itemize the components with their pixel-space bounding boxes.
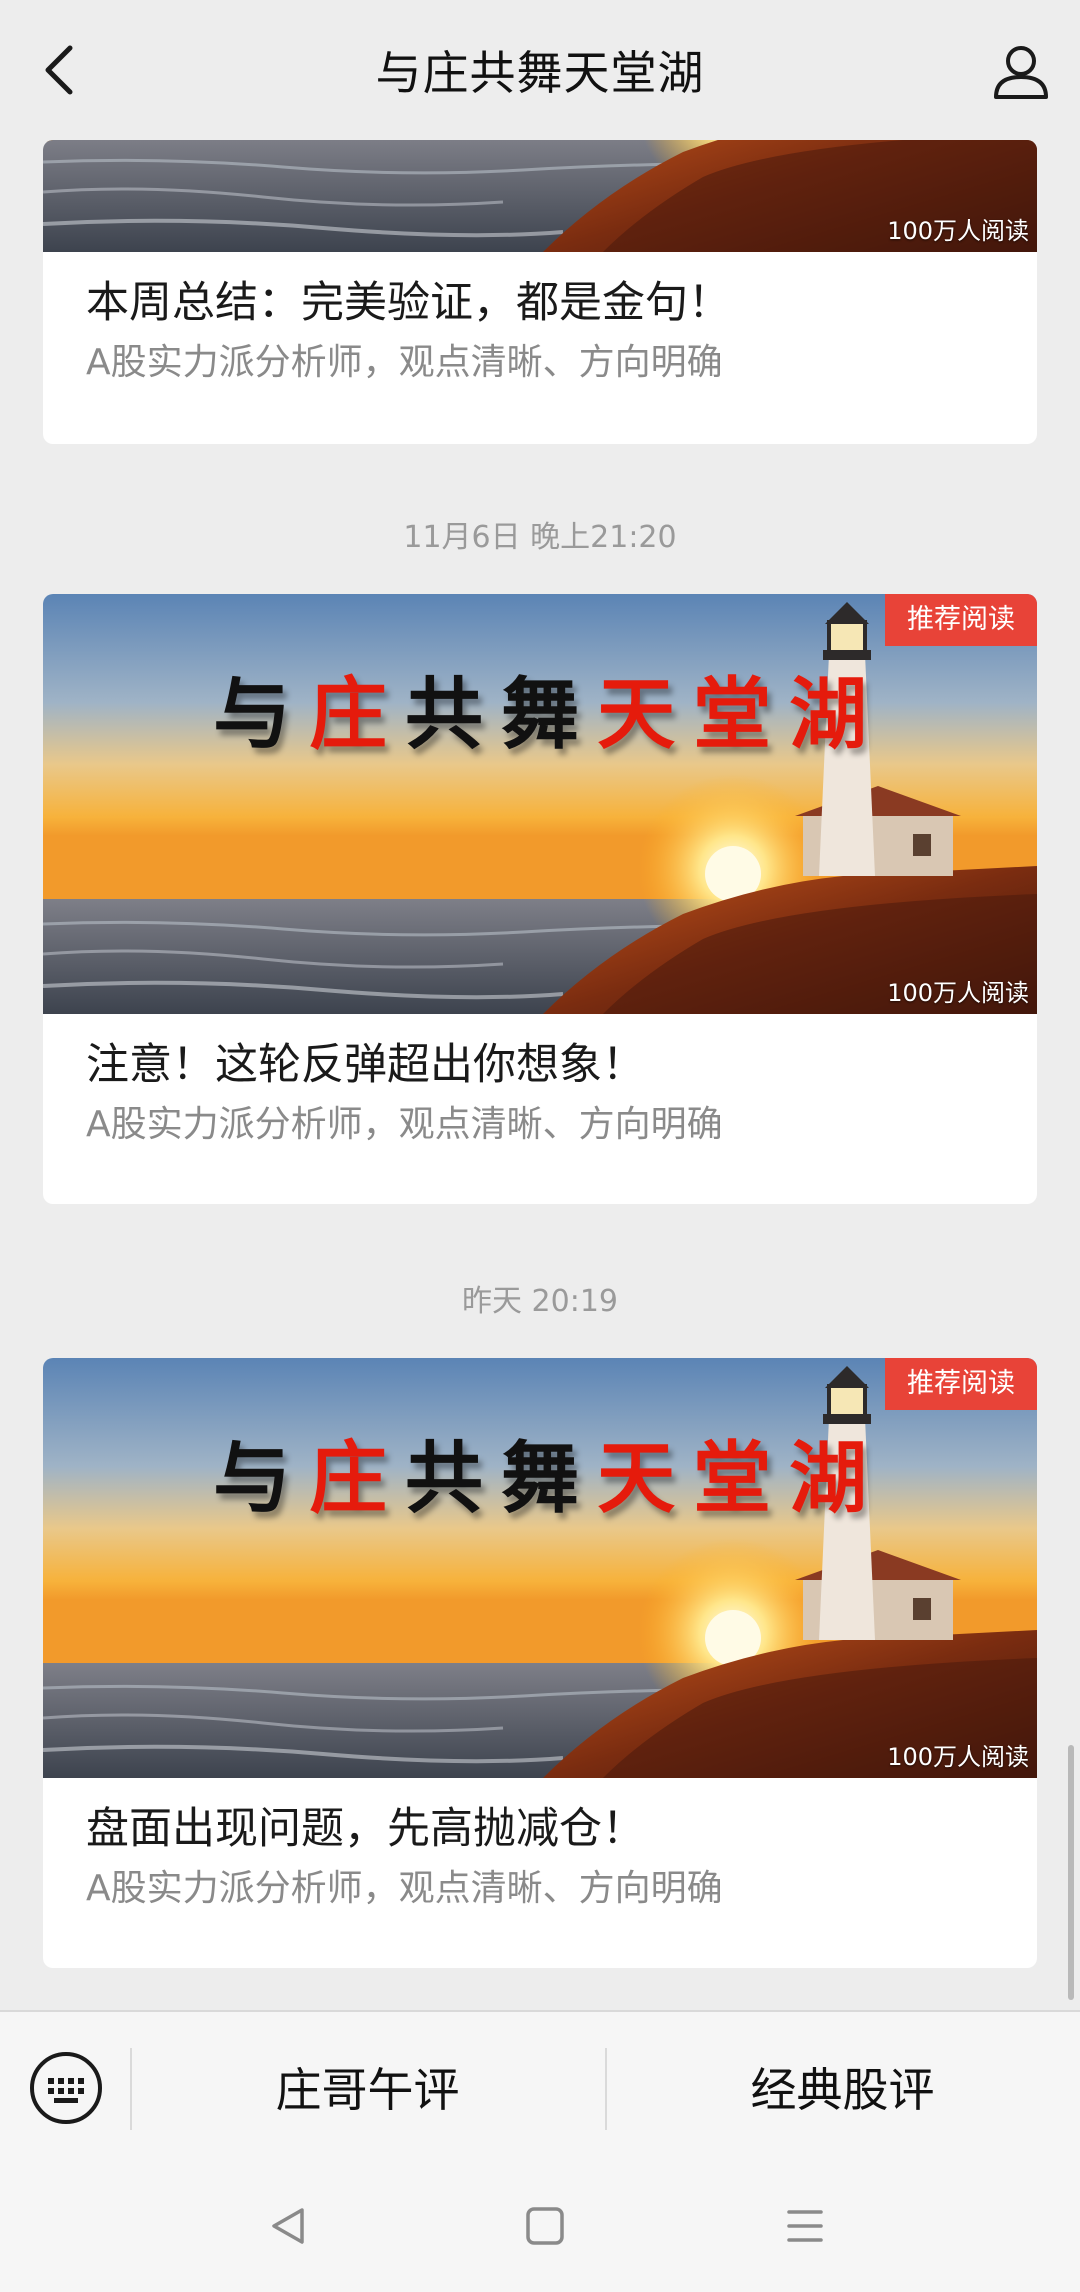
- bottom-menu-bar: 庄哥午评 经典股评: [0, 2010, 1080, 2162]
- banner-heading: 与庄共舞天堂湖: [213, 1416, 885, 1528]
- banner-char: 庄: [309, 1433, 406, 1524]
- timestamp-label: 昨天 20:19: [462, 1284, 618, 1319]
- banner-heading: 与庄共舞天堂湖: [213, 652, 885, 764]
- banner-char: 与: [213, 669, 310, 760]
- square-home-icon: [526, 2207, 564, 2245]
- back-button[interactable]: [28, 38, 92, 102]
- recommended-badge: 推荐阅读: [885, 594, 1037, 646]
- article-subtitle: A股实力派分析师，观点清晰、方向明确: [86, 1868, 723, 1909]
- banner-char: 天: [597, 1433, 694, 1524]
- banner-char: 湖: [789, 669, 886, 760]
- read-count: 100万人阅读: [887, 217, 1029, 245]
- banner-char: 湖: [789, 1433, 886, 1524]
- nav-menu-button[interactable]: [775, 2196, 835, 2256]
- read-count: 100万人阅读: [887, 979, 1029, 1007]
- article-title: 本周总结：完美验证，都是金句！: [86, 278, 731, 328]
- article-subtitle: A股实力派分析师，观点清晰、方向明确: [86, 1104, 723, 1145]
- banner-char: 共: [405, 1433, 502, 1524]
- recommended-badge: 推荐阅读: [885, 1358, 1037, 1410]
- keyboard-toggle-button[interactable]: [28, 2050, 104, 2126]
- article-subtitle: A股实力派分析师，观点清晰、方向明确: [86, 342, 723, 383]
- nav-back-button[interactable]: [258, 2196, 318, 2256]
- top-bar: 与庄共舞天堂湖: [0, 0, 1080, 140]
- app-screen: 与庄共舞天堂湖 100万人阅读 本周总结：完美验证，都是金句！ A股实力派分析师…: [0, 0, 1080, 2292]
- article-cover-image: 与庄共舞天堂湖 推荐阅读 100万人阅读: [43, 594, 1037, 1014]
- chevron-left-icon: [45, 45, 73, 95]
- article-cover-image: 与庄共舞天堂湖 推荐阅读 100万人阅读: [43, 1358, 1037, 1778]
- banner-char: 舞: [501, 669, 598, 760]
- menu-item-classic-review[interactable]: 经典股评: [605, 2012, 1080, 2162]
- banner-char: 庄: [309, 669, 406, 760]
- menu-lines-icon: [787, 2210, 823, 2242]
- triangle-back-icon: [272, 2208, 304, 2244]
- profile-button[interactable]: [986, 36, 1056, 106]
- article-card[interactable]: 与庄共舞天堂湖 推荐阅读 100万人阅读 盘面出现问题，先高抛减仓！ A股实力派…: [43, 1358, 1037, 1968]
- system-nav-bar: [0, 2160, 1080, 2292]
- article-title: 盘面出现问题，先高抛减仓！: [86, 1804, 645, 1854]
- nav-home-button[interactable]: [515, 2196, 575, 2256]
- banner-char: 舞: [501, 1433, 598, 1524]
- banner-char: 堂: [693, 669, 790, 760]
- read-count: 100万人阅读: [887, 1743, 1029, 1771]
- keyboard-icon: [30, 2052, 102, 2124]
- banner-char: 天: [597, 669, 694, 760]
- banner-char: 与: [213, 1433, 310, 1524]
- banner-char: 共: [405, 669, 502, 760]
- banner-char: 堂: [693, 1433, 790, 1524]
- article-title: 注意！这轮反弹超出你想象！: [86, 1040, 645, 1090]
- menu-item-noon-review[interactable]: 庄哥午评: [130, 2012, 605, 2162]
- article-feed[interactable]: 100万人阅读 本周总结：完美验证，都是金句！ A股实力派分析师，观点清晰、方向…: [0, 140, 1080, 2010]
- article-cover-image: 100万人阅读: [43, 140, 1037, 252]
- article-card[interactable]: 与庄共舞天堂湖 推荐阅读 100万人阅读 注意！这轮反弹超出你想象！ A股实力派…: [43, 594, 1037, 1204]
- timestamp-label: 11月6日 晚上21:20: [403, 520, 677, 555]
- page-title: 与庄共舞天堂湖: [375, 46, 705, 100]
- article-card[interactable]: 100万人阅读 本周总结：完美验证，都是金句！ A股实力派分析师，观点清晰、方向…: [43, 140, 1037, 444]
- user-icon: [994, 46, 1048, 99]
- scroll-indicator[interactable]: [1068, 1745, 1074, 2000]
